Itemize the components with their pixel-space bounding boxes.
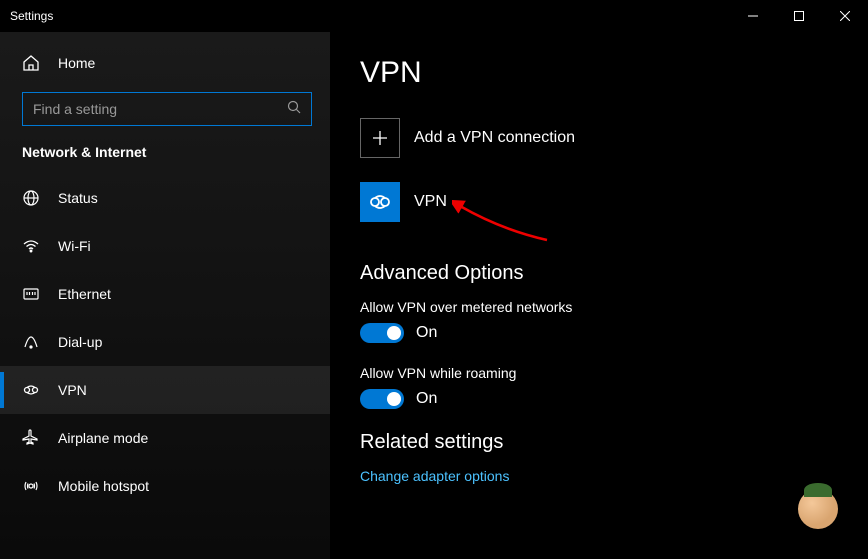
page-title: VPN (360, 56, 838, 90)
dialup-icon (22, 333, 40, 351)
sidebar-item-vpn[interactable]: VPN (0, 366, 330, 414)
related-settings-title: Related settings (360, 431, 838, 454)
ethernet-icon (22, 285, 40, 303)
change-adapter-link[interactable]: Change adapter options (360, 468, 838, 484)
category-title: Network & Internet (0, 144, 330, 174)
sidebar-item-label: Mobile hotspot (58, 478, 149, 494)
minimize-button[interactable] (730, 0, 776, 32)
vpn-icon (22, 381, 40, 399)
nav-list: Status Wi-Fi Ethernet Dial-up (0, 174, 330, 510)
home-nav[interactable]: Home (0, 42, 330, 84)
home-label: Home (58, 55, 95, 71)
roaming-toggle[interactable] (360, 389, 404, 409)
roaming-option-label: Allow VPN while roaming (360, 365, 838, 381)
add-vpn-button[interactable]: Add a VPN connection (360, 118, 838, 158)
search-input[interactable] (33, 101, 287, 117)
window-title: Settings (10, 9, 53, 23)
wifi-icon (22, 237, 40, 255)
roaming-toggle-row: On (360, 389, 838, 409)
sidebar-item-ethernet[interactable]: Ethernet (0, 270, 330, 318)
sidebar-item-airplane[interactable]: Airplane mode (0, 414, 330, 462)
maximize-button[interactable] (776, 0, 822, 32)
main-content: VPN Add a VPN connection VPN Advanced Op… (330, 32, 868, 559)
advanced-options-title: Advanced Options (360, 262, 838, 285)
metered-toggle-row: On (360, 323, 838, 343)
metered-toggle-state: On (416, 324, 437, 342)
sidebar-item-label: Status (58, 190, 98, 206)
sidebar-item-label: Wi-Fi (58, 238, 91, 254)
vpn-connection-label: VPN (414, 193, 447, 211)
metered-toggle[interactable] (360, 323, 404, 343)
vpn-tile-icon (360, 182, 400, 222)
close-button[interactable] (822, 0, 868, 32)
hotspot-icon (22, 477, 40, 495)
sidebar-item-label: VPN (58, 382, 87, 398)
sidebar-item-status[interactable]: Status (0, 174, 330, 222)
sidebar-item-label: Dial-up (58, 334, 102, 350)
airplane-icon (22, 429, 40, 447)
sidebar-item-hotspot[interactable]: Mobile hotspot (0, 462, 330, 510)
sidebar-item-dialup[interactable]: Dial-up (0, 318, 330, 366)
globe-icon (22, 189, 40, 207)
vpn-connection-item[interactable]: VPN (360, 182, 838, 222)
sidebar: Home Network & Internet Status Wi-Fi (0, 32, 330, 559)
add-vpn-label: Add a VPN connection (414, 129, 575, 147)
search-box[interactable] (22, 92, 312, 126)
window-controls (730, 0, 868, 32)
sidebar-item-wifi[interactable]: Wi-Fi (0, 222, 330, 270)
sidebar-item-label: Airplane mode (58, 430, 148, 446)
plus-icon (360, 118, 400, 158)
roaming-toggle-state: On (416, 390, 437, 408)
sidebar-item-label: Ethernet (58, 286, 111, 302)
search-icon (287, 100, 301, 119)
metered-option-label: Allow VPN over metered networks (360, 299, 838, 315)
home-icon (22, 54, 40, 72)
titlebar: Settings (0, 0, 868, 32)
